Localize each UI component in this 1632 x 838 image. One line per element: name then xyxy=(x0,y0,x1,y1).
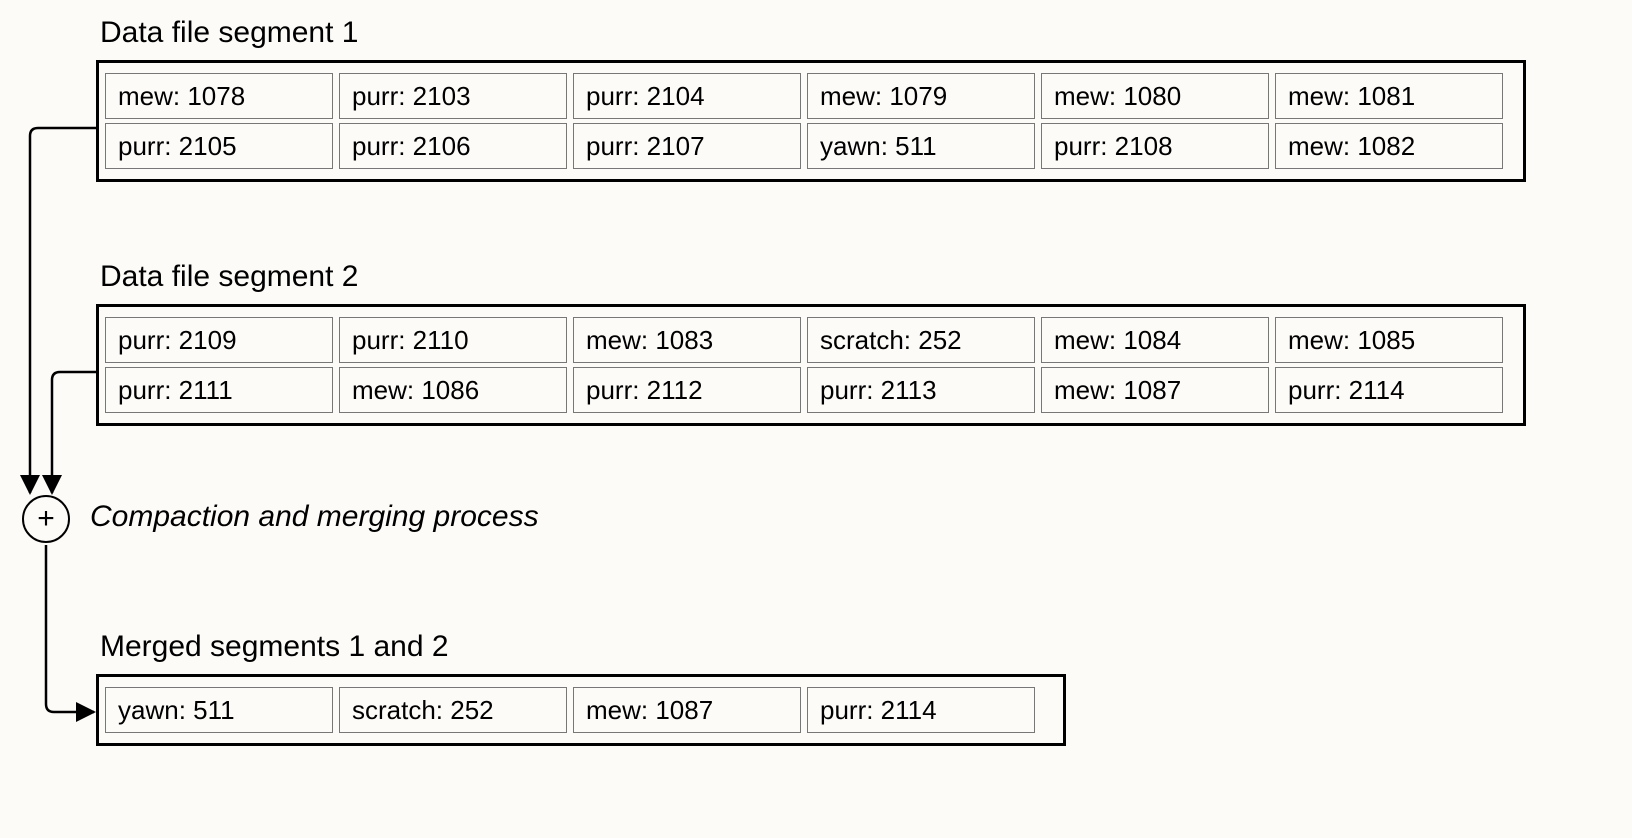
table-row: purr: 2109 purr: 2110 mew: 1083 scratch:… xyxy=(105,317,1517,363)
table-row: mew: 1078 purr: 2103 purr: 2104 mew: 107… xyxy=(105,73,1517,119)
record-cell: purr: 2104 xyxy=(573,73,801,119)
record-cell: purr: 2103 xyxy=(339,73,567,119)
record-cell: mew: 1086 xyxy=(339,367,567,413)
merge-node-icon: + xyxy=(22,495,70,543)
heading-seg2: Data file segment 2 xyxy=(100,260,358,294)
record-cell: mew: 1082 xyxy=(1275,123,1503,169)
record-cell: mew: 1079 xyxy=(807,73,1035,119)
record-cell: mew: 1083 xyxy=(573,317,801,363)
merged-segment-box: yawn: 511 scratch: 252 mew: 1087 purr: 2… xyxy=(96,674,1066,746)
record-cell: purr: 2110 xyxy=(339,317,567,363)
table-row: purr: 2105 purr: 2106 purr: 2107 yawn: 5… xyxy=(105,123,1517,169)
record-cell: mew: 1087 xyxy=(1041,367,1269,413)
record-cell: mew: 1085 xyxy=(1275,317,1503,363)
record-cell: scratch: 252 xyxy=(807,317,1035,363)
record-cell: mew: 1081 xyxy=(1275,73,1503,119)
table-row: purr: 2111 mew: 1086 purr: 2112 purr: 21… xyxy=(105,367,1517,413)
record-cell: purr: 2114 xyxy=(1275,367,1503,413)
record-cell: yawn: 511 xyxy=(807,123,1035,169)
record-cell: scratch: 252 xyxy=(339,687,567,733)
record-cell: purr: 2105 xyxy=(105,123,333,169)
record-cell: purr: 2111 xyxy=(105,367,333,413)
record-cell: purr: 2113 xyxy=(807,367,1035,413)
record-cell: mew: 1087 xyxy=(573,687,801,733)
segment-2-box: purr: 2109 purr: 2110 mew: 1083 scratch:… xyxy=(96,304,1526,426)
record-cell: purr: 2114 xyxy=(807,687,1035,733)
heading-seg1: Data file segment 1 xyxy=(100,16,358,50)
heading-merged: Merged segments 1 and 2 xyxy=(100,630,449,664)
record-cell: mew: 1084 xyxy=(1041,317,1269,363)
table-row: yawn: 511 scratch: 252 mew: 1087 purr: 2… xyxy=(105,687,1057,733)
record-cell: purr: 2112 xyxy=(573,367,801,413)
record-cell: purr: 2109 xyxy=(105,317,333,363)
record-cell: yawn: 511 xyxy=(105,687,333,733)
process-label: Compaction and merging process xyxy=(90,500,539,534)
record-cell: purr: 2106 xyxy=(339,123,567,169)
record-cell: mew: 1080 xyxy=(1041,73,1269,119)
segment-1-box: mew: 1078 purr: 2103 purr: 2104 mew: 107… xyxy=(96,60,1526,182)
record-cell: mew: 1078 xyxy=(105,73,333,119)
record-cell: purr: 2107 xyxy=(573,123,801,169)
record-cell: purr: 2108 xyxy=(1041,123,1269,169)
